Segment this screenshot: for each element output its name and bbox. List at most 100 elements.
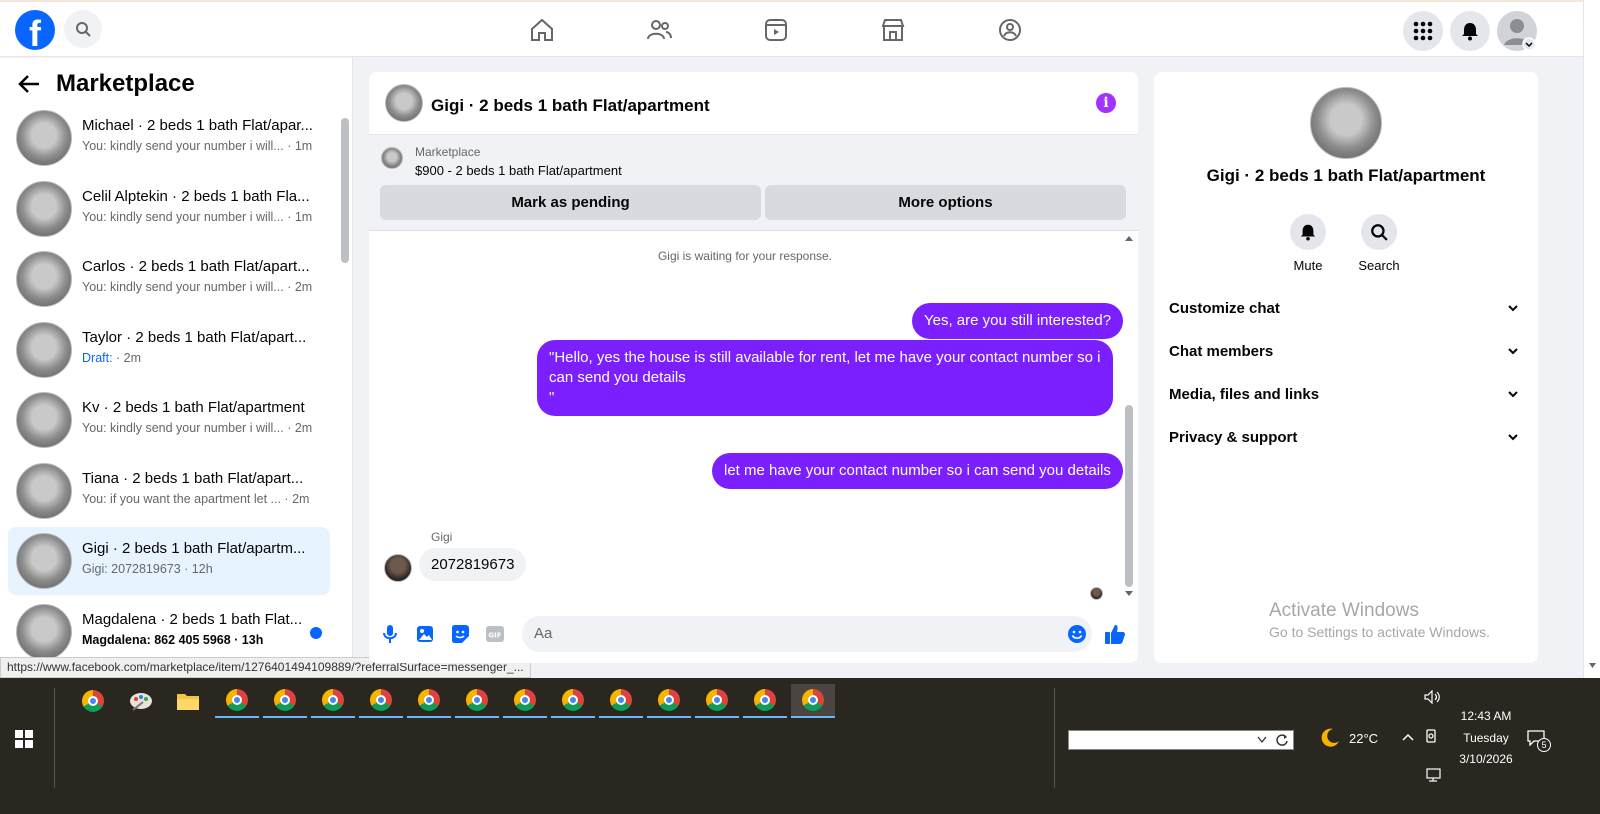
scroll-down-icon[interactable] xyxy=(1588,662,1597,669)
gif-icon: GIF xyxy=(486,626,504,642)
taskbar-chrome-profile[interactable] xyxy=(743,684,787,718)
sidebar-header: Marketplace xyxy=(18,70,195,98)
sent-message: "Hello, yes the house is still available… xyxy=(537,340,1113,416)
home-icon xyxy=(531,18,553,41)
show-hidden-icons-chevron-icon[interactable] xyxy=(1402,733,1414,741)
voice-clip-button[interactable] xyxy=(379,623,401,645)
privacy-support-section[interactable]: Privacy & support xyxy=(1169,429,1523,446)
mute-button[interactable]: Mute xyxy=(1278,214,1338,273)
sender-avatar[interactable] xyxy=(384,554,412,582)
taskbar-chrome-profile[interactable] xyxy=(311,684,355,718)
taskbar-chrome-profile[interactable] xyxy=(551,684,595,718)
marketplace-label: Marketplace xyxy=(415,145,481,159)
listing-avatar[interactable] xyxy=(385,84,423,122)
sender-name: Gigi xyxy=(431,530,453,544)
search-button[interactable] xyxy=(64,10,102,48)
volume-icon[interactable] xyxy=(1424,690,1442,704)
bell-icon xyxy=(1300,224,1316,241)
listing-thumbnail xyxy=(16,322,72,378)
notifications-button[interactable] xyxy=(1450,11,1490,51)
conversation-item[interactable]: Kv · 2 beds 1 bath Flat/apartment You: k… xyxy=(8,386,330,454)
taskbar-chrome-profile[interactable] xyxy=(263,684,307,718)
windows-start-icon[interactable] xyxy=(15,730,33,748)
chevron-down-icon xyxy=(1257,736,1267,744)
listing-thumbnail xyxy=(381,147,403,169)
account-button[interactable] xyxy=(1497,11,1537,51)
listing-title[interactable]: $900 - 2 beds 1 bath Flat/apartment xyxy=(415,163,622,178)
conversation-preview: Gigi: 2072819673 · 12h xyxy=(82,562,213,576)
nav-groups[interactable] xyxy=(992,12,1028,48)
listing-thumbnail xyxy=(16,110,72,166)
chrome-icon xyxy=(658,689,680,711)
page-scrollbar[interactable] xyxy=(1583,0,1600,678)
listing-thumbnail xyxy=(16,533,72,589)
info-icon[interactable]: i xyxy=(1096,93,1116,113)
photo-icon xyxy=(417,626,433,642)
taskbar-chrome-profile[interactable] xyxy=(695,684,739,718)
conversation-item[interactable]: Tiana · 2 beds 1 bath Flat/apart... You:… xyxy=(8,457,330,525)
top-navigation-bar: f xyxy=(0,0,1583,57)
taskbar-chrome-active[interactable] xyxy=(791,684,835,718)
taskbar-chrome-profile[interactable] xyxy=(503,684,547,718)
windows-taskbar: 22°C 12:43 AM Tuesday 3/10/2026 5 xyxy=(0,678,1600,814)
taskbar-paint[interactable] xyxy=(119,684,163,718)
nav-video[interactable] xyxy=(758,12,794,48)
conversation-item[interactable]: Carlos · 2 beds 1 bath Flat/apart... You… xyxy=(8,245,330,313)
menu-button[interactable] xyxy=(1403,11,1443,51)
taskbar-chrome-profile[interactable] xyxy=(359,684,403,718)
conversation-item[interactable]: Michael · 2 beds 1 bath Flat/apar... You… xyxy=(8,104,330,172)
chrome-icon xyxy=(562,689,584,711)
media-files-links-section[interactable]: Media, files and links xyxy=(1169,386,1523,403)
gif-button[interactable]: GIF xyxy=(484,623,506,645)
taskbar-search-box[interactable] xyxy=(1068,730,1294,750)
nav-marketplace[interactable] xyxy=(875,12,911,48)
microphone-icon xyxy=(383,625,397,643)
message-input[interactable]: Aa xyxy=(522,616,1092,652)
scroll-down-icon[interactable] xyxy=(1124,590,1134,598)
conversation-name: Gigi · 2 beds 1 bath Flat/apartm... xyxy=(82,540,306,557)
conversation-item[interactable]: Magdalena · 2 beds 1 bath Flat... Magdal… xyxy=(8,598,330,666)
chat-scrollbar[interactable] xyxy=(1125,405,1133,587)
chevron-down-icon xyxy=(1508,391,1518,398)
unread-indicator xyxy=(310,627,322,639)
emoji-button[interactable] xyxy=(1066,623,1088,645)
mark-as-pending-button[interactable]: Mark as pending xyxy=(380,185,761,220)
taskbar-chrome-profile[interactable] xyxy=(455,684,499,718)
nav-friends[interactable] xyxy=(641,12,677,48)
clock-date: 3/10/2026 xyxy=(1459,752,1513,766)
profile-photo[interactable] xyxy=(1310,87,1382,159)
refresh-icon[interactable] xyxy=(1275,733,1289,747)
network-icon[interactable] xyxy=(1424,768,1442,782)
taskbar-chrome-profile[interactable] xyxy=(215,684,259,718)
watermark-title: Activate Windows xyxy=(1269,600,1419,621)
sidebar-scrollbar[interactable] xyxy=(341,118,349,263)
sticker-button[interactable] xyxy=(449,623,471,645)
conversation-item[interactable]: Taylor · 2 beds 1 bath Flat/apart... Dra… xyxy=(8,316,330,384)
scroll-up-icon[interactable] xyxy=(1124,234,1134,242)
activate-windows-watermark: Activate Windows Go to Settings to activ… xyxy=(1269,600,1490,640)
taskbar-file-explorer[interactable] xyxy=(166,684,210,718)
nav-home[interactable] xyxy=(524,12,560,48)
facebook-logo-icon[interactable]: f xyxy=(15,10,55,50)
chat-members-section[interactable]: Chat members xyxy=(1169,343,1523,360)
conversation-name: Taylor · 2 beds 1 bath Flat/apart... xyxy=(82,329,307,346)
customize-chat-section[interactable]: Customize chat xyxy=(1169,300,1523,317)
svg-text:GIF: GIF xyxy=(488,632,501,640)
more-options-button[interactable]: More options xyxy=(765,185,1126,220)
taskbar-chrome-profile[interactable] xyxy=(407,684,451,718)
conversation-item[interactable]: Celil Alptekin · 2 beds 1 bath Fla... Yo… xyxy=(8,175,330,243)
temperature[interactable]: 22°C xyxy=(1349,731,1378,746)
attach-photo-button[interactable] xyxy=(414,623,436,645)
message-composer: GIF Aa xyxy=(369,612,1138,657)
clock-time[interactable]: 12:43 AM xyxy=(1456,709,1516,723)
groups-icon xyxy=(999,19,1021,41)
taskbar-chrome[interactable] xyxy=(71,684,115,718)
chat-title[interactable]: Gigi · 2 beds 1 bath Flat/apartment xyxy=(431,96,710,116)
taskbar-chrome-profile[interactable] xyxy=(647,684,691,718)
meet-now-icon[interactable] xyxy=(1425,728,1439,744)
like-button[interactable] xyxy=(1104,623,1126,645)
conversation-item-active[interactable]: Gigi · 2 beds 1 bath Flat/apartm... Gigi… xyxy=(8,527,330,595)
back-arrow-icon[interactable] xyxy=(18,74,40,94)
taskbar-chrome-profile[interactable] xyxy=(599,684,643,718)
search-in-chat-button[interactable]: Search xyxy=(1349,214,1409,273)
